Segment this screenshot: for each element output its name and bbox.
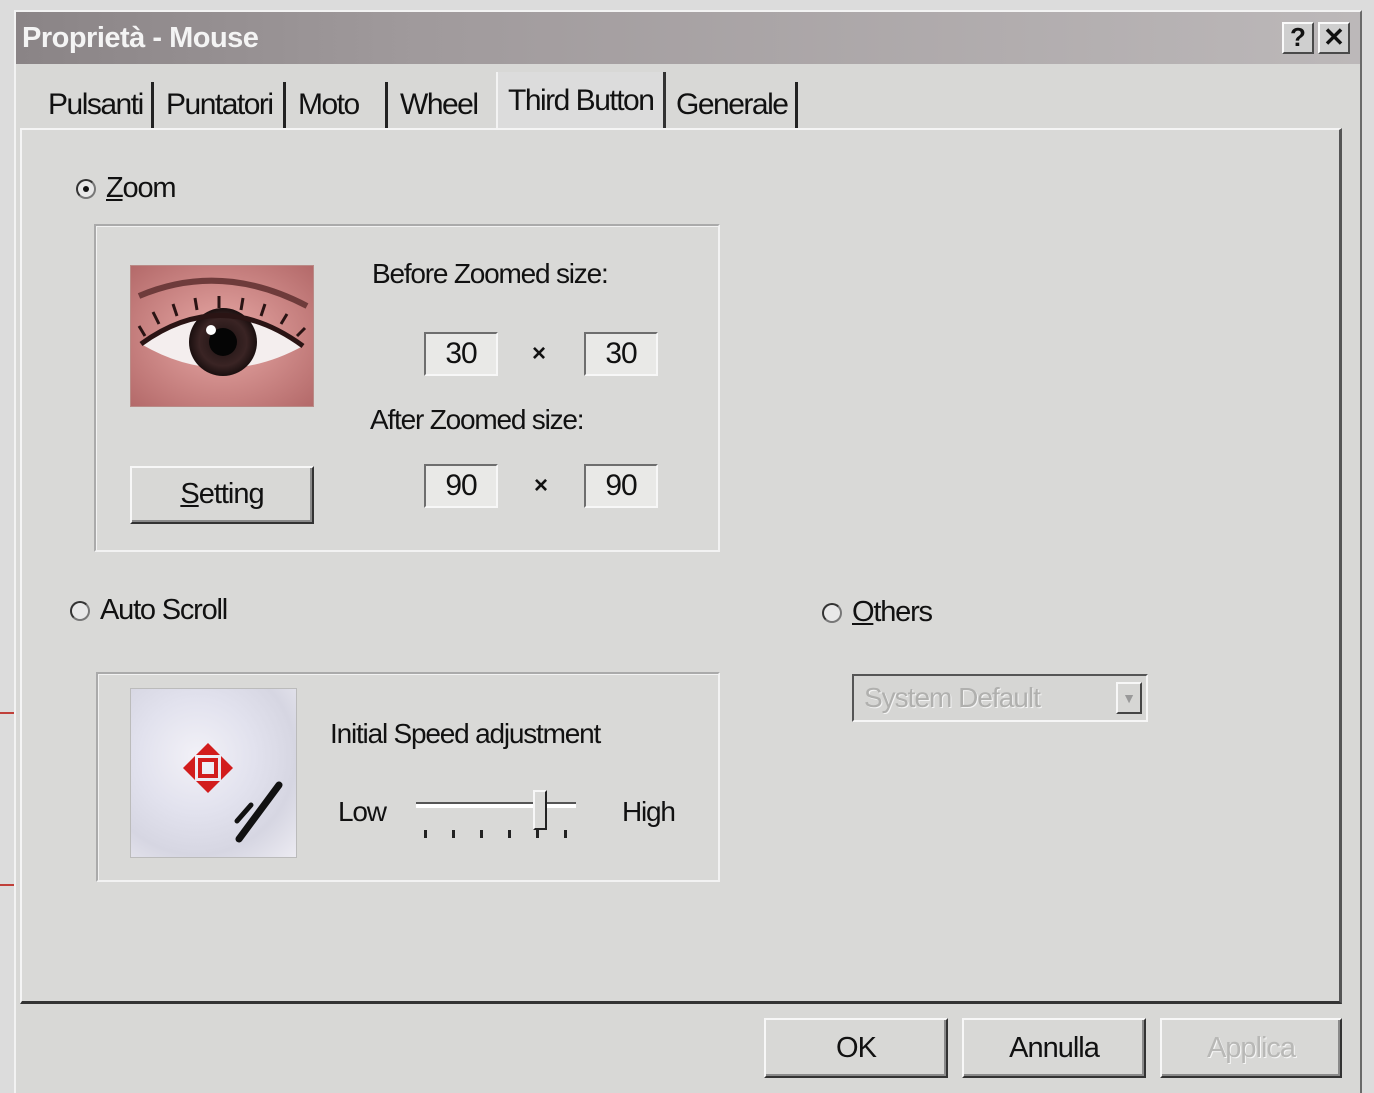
- tab-label: Generale: [676, 88, 789, 121]
- after-zoom-width-field[interactable]: 90: [424, 464, 498, 508]
- setting-button-label: Setting: [180, 478, 264, 510]
- others-dropdown-value: System Default: [864, 682, 1041, 713]
- auto-scroll-label: Auto Scroll: [100, 594, 228, 626]
- tab-label: Moto: [298, 88, 360, 121]
- auto-scroll-radio[interactable]: [70, 600, 90, 621]
- title-bar[interactable]: Proprietà - Mouse ? ✕: [16, 12, 1360, 64]
- help-button[interactable]: ?: [1282, 22, 1314, 54]
- tab-moto[interactable]: Moto: [296, 82, 388, 128]
- after-zoom-label: After Zoomed size:: [370, 404, 585, 435]
- tab-label: Third Button: [508, 84, 655, 117]
- tab-generale[interactable]: Generale: [674, 82, 798, 128]
- apply-button-label: Applica: [1206, 1032, 1296, 1064]
- tab-wheel[interactable]: Wheel: [398, 82, 488, 128]
- zoom-radio[interactable]: [76, 178, 96, 199]
- tab-label: Pulsanti: [48, 88, 144, 121]
- cancel-button-label: Annulla: [1009, 1032, 1100, 1064]
- others-radio[interactable]: [822, 602, 842, 623]
- slider-tick: [452, 830, 455, 838]
- before-zoom-width-field[interactable]: 30: [424, 332, 498, 376]
- slider-thumb[interactable]: [533, 790, 547, 830]
- eye-icon: [131, 266, 313, 406]
- ok-button[interactable]: OK: [764, 1018, 948, 1078]
- tab-label: Puntatori: [166, 88, 274, 121]
- tab-third-button[interactable]: Third Button: [496, 72, 666, 130]
- zoom-label: Zoom: [106, 172, 177, 204]
- apply-button[interactable]: Applica: [1160, 1018, 1342, 1078]
- close-button[interactable]: ✕: [1318, 22, 1350, 54]
- speed-low-label: Low: [338, 796, 387, 827]
- speed-label: Initial Speed adjustment: [330, 718, 601, 749]
- cancel-button[interactable]: Annulla: [962, 1018, 1146, 1078]
- eye-image: [130, 265, 314, 407]
- speed-slider[interactable]: [416, 786, 586, 846]
- slider-tick: [424, 830, 427, 838]
- slider-tick: [536, 830, 539, 838]
- tab-puntatori[interactable]: Puntatori: [164, 82, 286, 128]
- window-title: Proprietà - Mouse: [22, 22, 259, 54]
- after-zoom-times: ×: [534, 472, 549, 499]
- others-label: Others: [852, 596, 933, 628]
- chevron-down-icon[interactable]: ▼: [1116, 682, 1142, 714]
- auto-scroll-image: [130, 688, 297, 858]
- others-dropdown[interactable]: System Default ▼: [852, 674, 1148, 722]
- slider-tick: [508, 830, 511, 838]
- scroll-cursor-icon: [183, 743, 283, 843]
- speed-high-label: High: [622, 796, 676, 827]
- tab-pulsanti[interactable]: Pulsanti: [46, 82, 154, 128]
- after-zoom-height-field[interactable]: 90: [584, 464, 658, 508]
- help-icon: ?: [1290, 22, 1306, 52]
- close-icon: ✕: [1323, 22, 1345, 52]
- zoom-option[interactable]: Zoom: [76, 172, 177, 205]
- slider-tick: [564, 830, 567, 838]
- slider-tick: [480, 830, 483, 838]
- ok-button-label: OK: [836, 1032, 877, 1064]
- others-option[interactable]: Others: [822, 596, 933, 629]
- before-zoom-height-field[interactable]: 30: [584, 332, 658, 376]
- before-zoom-label: Before Zoomed size:: [372, 258, 609, 289]
- setting-button[interactable]: Setting: [130, 466, 314, 524]
- tab-label: Wheel: [400, 88, 479, 121]
- slider-track: [416, 802, 576, 808]
- auto-scroll-option[interactable]: Auto Scroll: [70, 594, 228, 627]
- before-zoom-times: ×: [532, 340, 547, 367]
- slider-ticks: [416, 830, 576, 840]
